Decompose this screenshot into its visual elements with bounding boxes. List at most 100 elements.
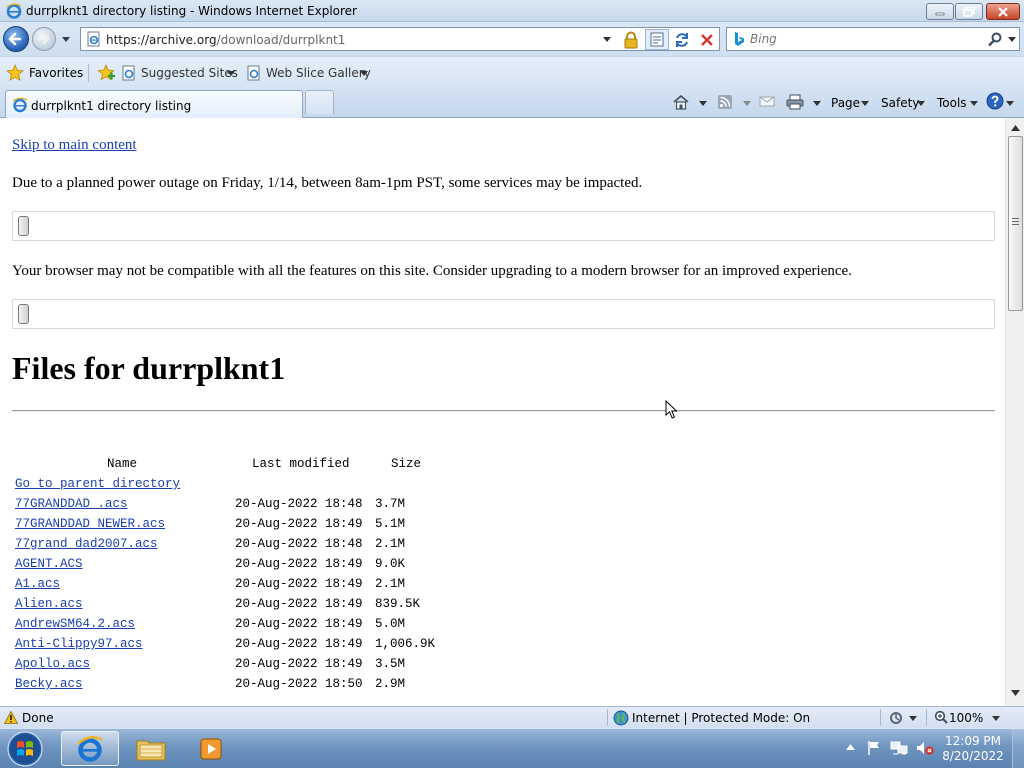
zoom-level[interactable]: 100% [949, 711, 983, 725]
chevron-down-icon [813, 101, 821, 106]
parent-directory-row: Go to parent directory [15, 477, 455, 497]
taskbar-media-player[interactable] [182, 731, 240, 766]
volume-muted-icon[interactable] [916, 740, 934, 756]
taskbar-windows-explorer[interactable] [122, 731, 180, 766]
taskbar-internet-explorer[interactable] [61, 731, 119, 766]
compatibility-view-button[interactable] [645, 29, 669, 50]
favorites-button[interactable]: Favorites [6, 64, 84, 82]
status-separator [607, 709, 608, 726]
tools-menu-button[interactable]: Tools [937, 91, 981, 113]
column-header-name: Name [107, 457, 138, 471]
media-player-icon [200, 738, 222, 759]
embedded-frame[interactable] [12, 299, 995, 329]
search-input[interactable] [750, 31, 980, 47]
safety-menu-button[interactable]: Safety [881, 91, 929, 113]
file-modified: 20-Aug-2022 18:48 [235, 537, 363, 551]
navigation-bar: https://archive.org/download/durrplknt1 [0, 22, 1024, 56]
print-button[interactable] [786, 91, 822, 113]
skip-to-main-link[interactable]: Skip to main content [12, 137, 137, 154]
page-menu-button[interactable]: Page [831, 91, 871, 113]
vertical-scrollbar[interactable] [1005, 118, 1024, 706]
file-link[interactable]: 77grand_dad2007.acs [15, 537, 158, 551]
file-modified: 20-Aug-2022 18:49 [235, 657, 363, 671]
embedded-frame[interactable] [12, 211, 995, 241]
file-size: 1,006.9K [375, 637, 436, 651]
chevron-down-icon [699, 101, 707, 106]
suggested-sites-button[interactable]: Suggested Sites [121, 64, 238, 82]
read-mail-button[interactable] [759, 91, 779, 113]
start-button-windows-logo-icon[interactable] [2, 730, 48, 768]
restore-button[interactable] [955, 3, 983, 20]
zoom-magnifier-icon[interactable] [934, 710, 948, 724]
show-desktop-button[interactable] [1012, 729, 1024, 768]
tab-bar: durrplknt1 directory listing Page Safety… [0, 87, 1024, 118]
file-link[interactable]: A1.acs [15, 577, 60, 591]
slider-knob[interactable] [18, 304, 29, 324]
search-options-dropdown-icon[interactable] [1007, 36, 1017, 44]
ie-logo-icon [6, 3, 22, 19]
file-modified: 20-Aug-2022 18:49 [235, 597, 363, 611]
minimize-button[interactable] [926, 3, 954, 20]
network-icon[interactable] [890, 740, 908, 756]
search-magnifier-icon[interactable] [987, 31, 1003, 47]
system-clock[interactable]: 12:09 PM 8/20/2022 [940, 734, 1006, 764]
divider [12, 410, 995, 412]
file-modified: 20-Aug-2022 18:50 [235, 677, 363, 691]
show-hidden-icons-icon[interactable] [846, 744, 855, 750]
chevron-down-icon[interactable] [992, 716, 1000, 722]
globe-icon [613, 710, 629, 726]
window-title: durrplknt1 directory listing - Windows I… [26, 4, 357, 18]
close-button[interactable] [986, 3, 1020, 20]
recent-pages-dropdown-icon[interactable] [60, 32, 72, 46]
safety-menu-label: Safety [881, 96, 920, 110]
tab-label: durrplknt1 directory listing [31, 99, 192, 113]
scroll-down-icon[interactable] [1011, 690, 1020, 696]
address-dropdown-icon[interactable] [602, 35, 612, 43]
web-slice-gallery-button[interactable]: Web Slice Gallery [246, 64, 371, 82]
protected-mode-icon[interactable] [888, 710, 904, 726]
file-link[interactable]: AndrewSM64.2.acs [15, 617, 135, 631]
scroll-up-icon[interactable] [1011, 125, 1020, 131]
slider-knob[interactable] [18, 216, 29, 236]
refresh-icon[interactable] [672, 30, 692, 50]
file-link[interactable]: 77GRANDDAD_.acs [15, 497, 128, 511]
lock-icon[interactable] [622, 31, 640, 49]
back-button[interactable] [3, 26, 29, 52]
mouse-cursor-icon [665, 400, 678, 419]
file-link[interactable]: 77GRANDDAD_NEWER.acs [15, 517, 165, 531]
folder-icon [136, 740, 166, 760]
file-link[interactable]: Anti-Clippy97.acs [15, 637, 143, 651]
home-button[interactable] [672, 91, 708, 113]
file-link[interactable]: AGENT.ACS [15, 557, 83, 571]
feeds-button[interactable] [717, 91, 753, 113]
tab-directory-listing[interactable]: durrplknt1 directory listing [5, 90, 303, 118]
action-center-flag-icon[interactable] [866, 740, 882, 756]
file-modified: 20-Aug-2022 18:49 [235, 557, 363, 571]
parent-directory-link[interactable]: Go to parent directory [15, 477, 180, 491]
address-bar[interactable]: https://archive.org/download/durrplknt1 [80, 27, 720, 51]
chevron-down-icon[interactable] [909, 716, 917, 722]
help-button[interactable] [986, 91, 1016, 113]
status-bar: Done Internet | Protected Mode: On 100% [0, 706, 1024, 728]
file-link[interactable]: Alien.acs [15, 597, 83, 611]
stop-icon[interactable] [697, 30, 717, 50]
file-modified: 20-Aug-2022 18:49 [235, 577, 363, 591]
home-icon [673, 94, 689, 110]
url-text[interactable]: https://archive.org/download/durrplknt1 [106, 33, 345, 47]
chevron-down-icon [1006, 101, 1014, 106]
file-link[interactable]: Becky.acs [15, 677, 83, 691]
table-row: Becky.acs 20-Aug-2022 18:50 2.9M [15, 677, 455, 697]
forward-button[interactable] [32, 27, 56, 51]
table-row: AndrewSM64.2.acs 20-Aug-2022 18:49 5.0M [15, 617, 455, 637]
file-link[interactable]: Apollo.acs [15, 657, 90, 671]
ie-logo-icon [77, 735, 103, 762]
web-slice-gallery-label: Web Slice Gallery [266, 66, 371, 80]
table-row: 77grand_dad2007.acs 20-Aug-2022 18:48 2.… [15, 537, 455, 557]
add-to-favorites-bar-icon[interactable] [96, 63, 116, 83]
security-zone-text[interactable]: Internet | Protected Mode: On [632, 711, 810, 725]
table-row: AGENT.ACS 20-Aug-2022 18:49 9.0K [15, 557, 455, 577]
scrollbar-thumb[interactable] [1008, 136, 1023, 311]
search-box[interactable] [726, 27, 1020, 51]
new-tab-button[interactable] [305, 90, 334, 114]
file-modified: 20-Aug-2022 18:49 [235, 637, 363, 651]
